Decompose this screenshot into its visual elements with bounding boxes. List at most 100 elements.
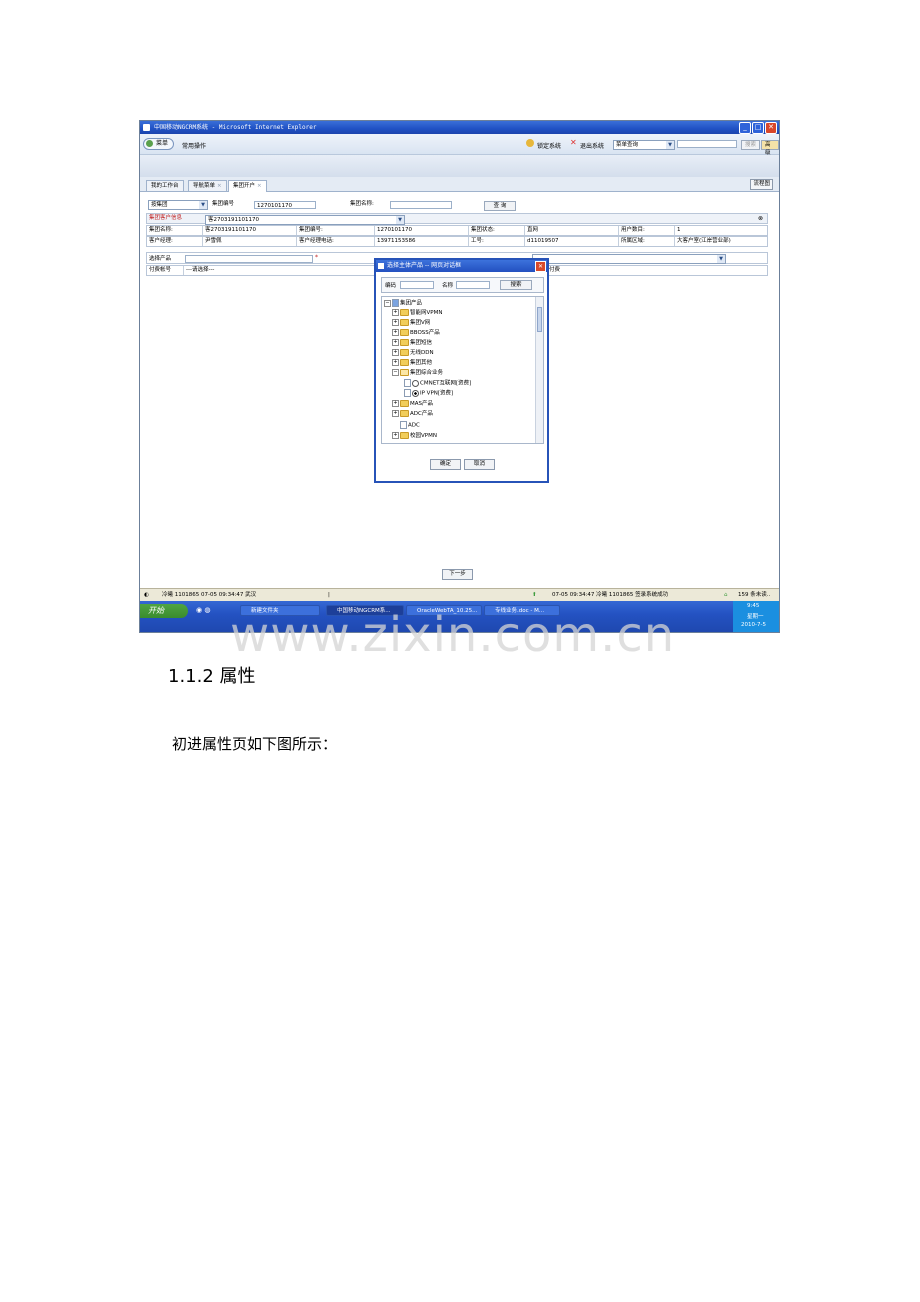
menu-icon [146,140,153,147]
folder-icon [400,339,409,346]
folder-icon [400,400,409,407]
tree-item[interactable]: + 集团V网 [392,319,430,327]
menu-button[interactable]: 菜单 [143,138,175,150]
name-label: 名称 [442,283,454,289]
product-extra-select[interactable]: ▼ [532,254,726,264]
expand-icon[interactable]: + [392,309,399,316]
lock-system-link[interactable]: 锁定系统 [537,141,561,150]
expand-icon[interactable]: + [392,329,399,336]
ie-icon [143,124,150,131]
tree-item[interactable]: + 无线DDN [392,349,434,357]
collapse-icon[interactable]: − [392,369,399,376]
folder-icon [400,319,409,326]
expand-icon[interactable]: + [392,400,399,407]
account-select[interactable]: ---请选择--- [183,266,378,275]
tab-nav-menu[interactable]: 导航菜单 × [188,180,227,191]
expand-icon[interactable]: + [392,349,399,356]
group-no-input[interactable]: 1270101170 [254,201,316,209]
next-step-button[interactable]: 下一步 [442,569,473,580]
expand-icon[interactable]: + [392,410,399,417]
expand-icon[interactable]: + [392,319,399,326]
document-icon [404,379,411,387]
dialog-titlebar: 选择主体产品 -- 网页对话框 ✕ [376,260,547,272]
code-input[interactable] [400,281,434,289]
document-icon [404,389,411,397]
section-heading: 1.1.2 属性 [168,666,256,687]
group-name-label: 集团名称: [350,201,374,207]
product-input[interactable] [185,255,313,263]
tree-scrollbar[interactable] [535,297,543,443]
quick-launch-icon[interactable]: ◉ ◍ [196,606,210,614]
dialog-title: 选择主体产品 -- 网页对话框 [387,262,462,269]
tree-leaf[interactable]: CMNET互联网[资费] [404,379,471,388]
tab-group-open[interactable]: 集团开户 × [228,180,267,192]
expand-icon[interactable]: + [392,359,399,366]
tab-close-icon[interactable]: × [217,183,222,189]
customer-select[interactable]: 客2703191101170 ▼ [205,215,405,225]
tab-close-icon[interactable]: × [257,183,262,189]
customer-info-row-2: 客户经理: 尹雪佩 客户经理电话: 13971153586 工号: d11019… [146,236,768,247]
search-button[interactable]: 搜索 [741,140,761,150]
collapse-icon[interactable]: − [384,299,391,307]
name-input[interactable] [456,281,490,289]
folder-icon [400,329,409,336]
flow-chart-button[interactable]: 流程图 [750,179,773,190]
group-name-input[interactable] [390,201,452,209]
search-type-select[interactable]: 按集团 ▼ [148,200,208,210]
tree-item[interactable]: + 校园VPMN [392,432,437,440]
code-label: 编码 [385,283,397,289]
dialog-search-bar: 编码 名称 搜索 [381,277,544,293]
dialog-close-button[interactable]: ✕ [535,261,546,272]
folder-icon [400,359,409,366]
tree-item[interactable]: − 集团综合业务 [392,369,443,377]
computer-icon [392,299,399,307]
close-button[interactable]: ✕ [765,122,777,134]
common-ops-link[interactable]: 常用操作 [182,141,206,150]
group-no-label: 集团编号 [212,201,235,207]
radio-button-selected[interactable] [412,389,419,397]
expand-icon[interactable]: + [392,432,399,439]
start-button[interactable]: 开始 [140,604,188,618]
pay-label: 付费 [549,267,561,273]
menu-query-select[interactable]: 菜单查询 ▼ [613,140,675,150]
tree-item[interactable]: + BBOSS产品 [392,329,440,337]
system-tray: 9:45 星期一 2010-7-5 [733,601,779,632]
customer-info-header: 集团客户信息 客2703191101170 ▼ ⊗ [146,213,768,225]
select-product-dialog: 选择主体产品 -- 网页对话框 ✕ 编码 名称 搜索 − 集团产品 + 智能网VPM… [374,258,549,483]
menu-search-input[interactable] [677,140,737,148]
dialog-icon [378,263,384,269]
tree-item[interactable]: + 集团其他 [392,359,432,367]
tree-root[interactable]: − 集团产品 [384,299,422,308]
collapse-icon[interactable]: ⊗ [758,215,763,222]
chevron-down-icon: ▼ [396,216,404,224]
dialog-ok-button[interactable]: 确定 [430,459,461,470]
tree-leaf[interactable]: IP VPN[资费] [404,389,453,398]
tab-workbench[interactable]: 我的工作台 [146,180,184,191]
minimize-button[interactable]: _ [739,122,751,134]
folder-icon [400,410,409,417]
date: 2010-7-5 [741,622,766,628]
query-button[interactable]: 查 询 [484,201,516,211]
folder-icon [400,432,409,439]
advanced-button[interactable]: 高级 [761,140,779,156]
folder-icon [400,309,409,316]
tab-bar: 我的工作台 导航菜单 × 集团开户 × 流程图 [140,177,779,192]
logout-link[interactable]: 退出系统 [580,141,604,150]
dialog-search-button[interactable]: 搜索 [500,280,532,290]
radio-button[interactable] [412,379,419,387]
product-label: 选择产品 [149,256,172,262]
expand-icon[interactable]: + [392,339,399,346]
chevron-down-icon: ▼ [199,201,207,209]
window-titlebar: 中国移动NGCRM系统 - Microsoft Internet Explore… [140,121,779,134]
tree-item[interactable]: + 集团短信 [392,339,432,347]
customer-info-row-1: 集团名称: 客2703191101170 集团编号: 1270101170 集团… [146,225,768,236]
dialog-cancel-button[interactable]: 取消 [464,459,495,470]
scrollbar-thumb[interactable] [537,307,542,332]
maximize-button[interactable]: □ [752,122,764,134]
header-strip [140,155,779,177]
tree-item[interactable]: + MAS产品 [392,400,433,408]
search-row: 按集团 ▼ 集团编号 1270101170 集团名称: 查 询 [146,198,768,211]
tree-item[interactable]: + 智能网VPMN [392,309,442,317]
tree-leaf[interactable]: ADC [400,421,420,430]
tree-item[interactable]: + ADC产品 [392,410,433,418]
